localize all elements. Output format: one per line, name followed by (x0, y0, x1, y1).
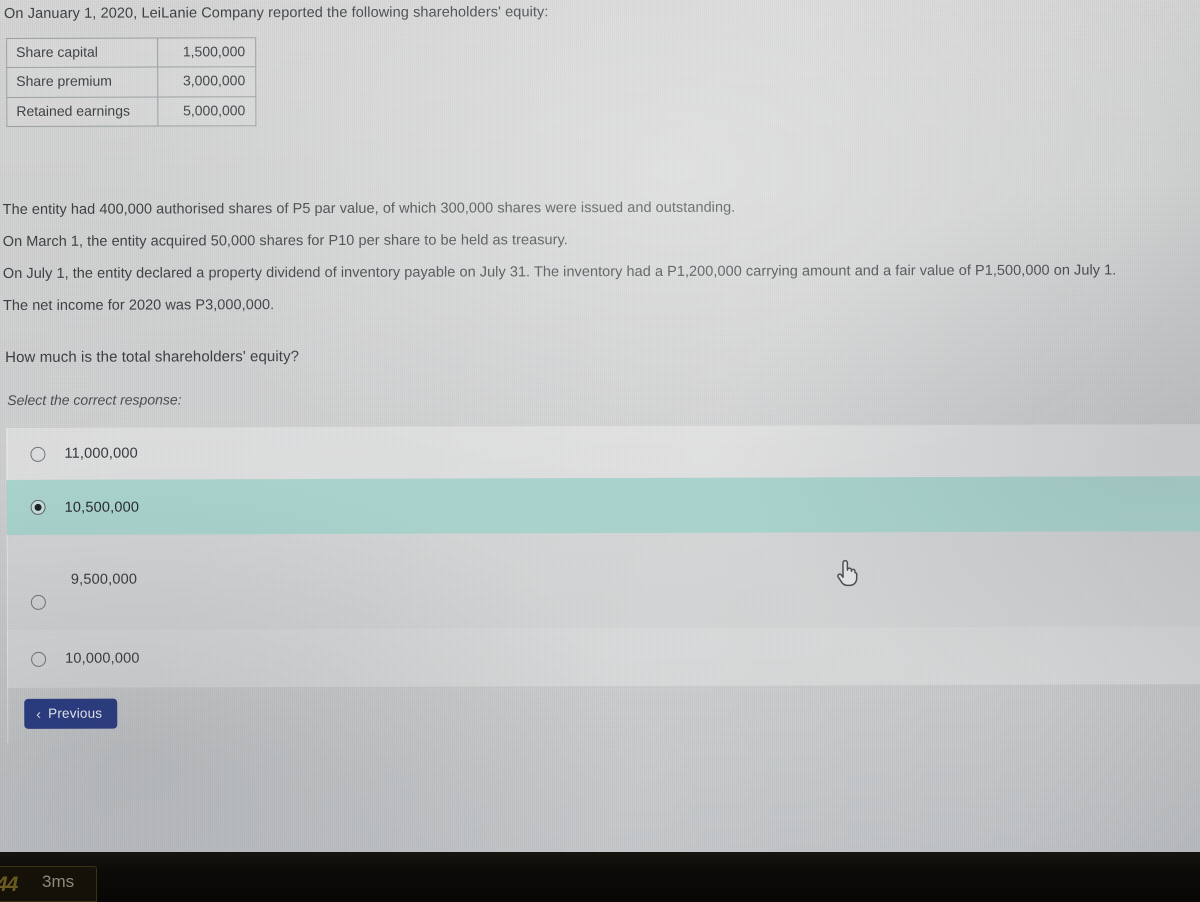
fact-line: The net income for 2020 was P3,000,000. (2, 297, 275, 314)
osd-fps-value: 44 (0, 873, 18, 896)
table-cell-label: Share premium (6, 67, 158, 98)
answer-option-label: 9,500,000 (70, 571, 138, 588)
photographed-monitor-screen: On January 1, 2020, LeiLanie Company rep… (0, 0, 1200, 858)
answer-option-4[interactable]: 10,000,000 (6, 626, 1200, 688)
intro-text: On January 1, 2020, LeiLanie Company rep… (4, 4, 549, 22)
table-cell-value: 3,000,000 (157, 67, 256, 97)
radio-button-icon[interactable] (30, 594, 46, 610)
table-row: Share capital 1,500,000 (6, 37, 256, 68)
table-cell-value: 1,500,000 (157, 37, 256, 68)
osd-frametime-value: 3ms (42, 872, 75, 891)
navigation-area: ‹ Previous (24, 698, 118, 729)
answer-option-1[interactable]: 11,000,000 (6, 424, 1200, 480)
table-cell-label: Share capital (6, 38, 158, 68)
monitor-osd-overlay: 44 3ms (0, 866, 97, 902)
radio-button-selected-icon[interactable] (30, 499, 46, 515)
quiz-page: On January 1, 2020, LeiLanie Company rep… (0, 0, 1200, 858)
previous-button[interactable]: ‹ Previous (24, 698, 118, 729)
radio-button-icon[interactable] (31, 651, 47, 667)
monitor-bezel (0, 852, 1200, 900)
question-text: How much is the total shareholders' equi… (5, 348, 300, 366)
answer-option-3[interactable]: 9,500,000 (6, 531, 1200, 630)
fact-line: The entity had 400,000 authorised shares… (2, 199, 736, 218)
chevron-left-icon: ‹ (36, 705, 42, 722)
previous-button-label: Previous (48, 705, 103, 721)
hand-pointer-cursor-icon (834, 558, 860, 588)
answer-option-label: 11,000,000 (64, 445, 138, 462)
table-cell-label: Retained earnings (6, 96, 158, 127)
problem-facts: The entity had 400,000 authorised shares… (3, 190, 1200, 322)
radio-button-icon[interactable] (30, 446, 46, 462)
answer-option-2-selected[interactable]: 10,500,000 (6, 476, 1200, 535)
table-row: Retained earnings 5,000,000 (6, 96, 256, 127)
table-row: Share premium 3,000,000 (6, 67, 256, 98)
table-cell-value: 5,000,000 (157, 96, 256, 127)
select-response-hint: Select the correct response: (7, 391, 182, 408)
answer-option-label: 10,500,000 (64, 499, 140, 516)
fact-line: On July 1, the entity declared a propert… (2, 262, 1117, 282)
shareholders-equity-table: Share capital 1,500,000 Share premium 3,… (6, 37, 256, 127)
answer-options-list: 11,000,000 10,500,000 9,500,000 10,000,0… (6, 424, 1200, 688)
fact-line: On March 1, the entity acquired 50,000 s… (2, 232, 568, 250)
answer-option-label: 10,000,000 (65, 650, 140, 667)
